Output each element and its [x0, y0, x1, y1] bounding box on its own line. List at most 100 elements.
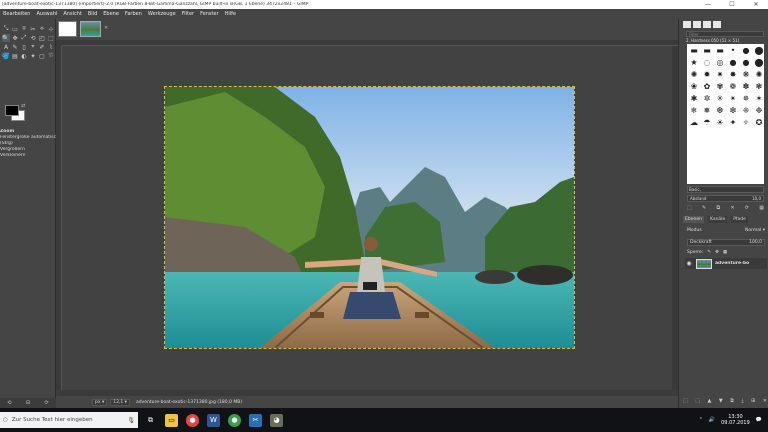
brush-item[interactable]: ✿ [701, 81, 713, 92]
menu-view[interactable]: Ansicht [60, 11, 84, 17]
tab-channels[interactable]: Kanäle [707, 216, 728, 223]
close-tab-icon[interactable]: × [104, 25, 108, 31]
reset-icon[interactable]: ⟳ [45, 400, 49, 406]
lock-position-icon[interactable]: ✥ [715, 250, 719, 255]
brush-item[interactable]: ❆ [714, 105, 726, 116]
image-canvas-photo[interactable] [164, 86, 575, 349]
mode-select[interactable]: Normal ▾ [745, 228, 765, 233]
brush-item[interactable]: ✱ [688, 93, 700, 104]
visibility-eye-icon[interactable]: ◉ [685, 260, 693, 267]
brush-item[interactable]: ✦ [727, 117, 739, 128]
spacing-slider[interactable]: Abstand 10,0 [687, 195, 764, 202]
scissors-tool-icon[interactable]: ✂ [29, 25, 37, 33]
brush-item[interactable]: ❋ [740, 69, 752, 80]
taskbar-search[interactable]: ○ Zur Suche Text hier eingeben 🎙 [0, 412, 138, 428]
menu-select[interactable]: Auswahl [33, 11, 60, 17]
image-tab-blank[interactable] [58, 21, 77, 37]
brushes-tab-icon[interactable] [683, 21, 691, 28]
perspective-tool-icon[interactable]: ◰ [38, 34, 46, 42]
fuzzy-select-tool-icon[interactable]: ⟡ [38, 25, 46, 33]
notifications-icon[interactable]: 💬 [756, 417, 762, 423]
anchor-layer-icon[interactable]: ⤓ [741, 398, 743, 404]
brush-item[interactable]: ❇ [727, 105, 739, 116]
word-icon[interactable]: W [207, 413, 220, 427]
measure-tool-icon[interactable]: ▢ [38, 52, 46, 60]
dodge-burn-tool-icon[interactable]: ◐ [20, 52, 28, 60]
brush-item[interactable]: ☁ [688, 117, 700, 128]
docs-tab-icon[interactable] [713, 21, 721, 28]
brush-item[interactable]: ⬤ [753, 57, 765, 68]
lasso-tool-icon[interactable]: ⌾ [20, 25, 28, 33]
app-icon[interactable]: ● [228, 413, 241, 427]
restore-icon[interactable]: ⟲ [7, 400, 11, 406]
brush-item[interactable]: ▬ [701, 45, 713, 56]
ink-tool-icon[interactable]: ✐ [38, 43, 46, 51]
tab-paths[interactable]: Pfade [731, 216, 748, 223]
brush-item[interactable]: ❉ [753, 105, 765, 116]
swap-colors-icon[interactable]: ⇄ [21, 103, 25, 109]
brush-item[interactable]: ❃ [753, 81, 765, 92]
brush-tag-input[interactable]: Basic, [687, 186, 764, 193]
brush-item[interactable]: ● [727, 57, 739, 68]
zoom-select[interactable]: 12,1 ▾ [110, 398, 130, 406]
menu-help[interactable]: Hilfe [222, 11, 239, 17]
menu-layer[interactable]: Ebene [100, 11, 122, 17]
fonts-tab-icon[interactable] [703, 21, 711, 28]
bucket-fill-tool-icon[interactable]: 🪣 [2, 52, 10, 60]
brush-item[interactable]: ◎ [714, 57, 726, 68]
brush-item[interactable]: ❈ [740, 105, 752, 116]
brush-item[interactable]: • [727, 45, 739, 56]
gradient-tool-icon[interactable]: ▤ [11, 52, 19, 60]
transform-tool-icon[interactable]: ⤡ [2, 25, 10, 33]
brush-item[interactable]: ▬ [688, 45, 700, 56]
lock-pixels-icon[interactable]: ✎ [707, 250, 711, 255]
opacity-slider[interactable]: Deckkraft 100,0 [687, 239, 765, 246]
color-picker-tool-icon[interactable]: ✦ [29, 52, 37, 60]
open-as-image-icon[interactable]: ▦ [759, 205, 764, 211]
brush-item[interactable]: ✴ [727, 93, 739, 104]
brush-item[interactable]: ◌ [701, 57, 713, 68]
brush-item[interactable]: ✸ [727, 69, 739, 80]
lock-alpha-icon[interactable]: ▦ [723, 250, 727, 255]
microphone-icon[interactable]: 🎙 [127, 417, 135, 424]
move-tool-icon[interactable]: ✥ [11, 34, 19, 42]
new-group-icon[interactable]: ⬚ [695, 398, 700, 404]
brush-item[interactable]: ▬ [714, 45, 726, 56]
delete-layer-icon[interactable]: ✕ [763, 398, 767, 404]
brush-filter-input[interactable]: Filter [686, 31, 764, 37]
brush-item[interactable]: ✧ [740, 117, 752, 128]
brush-item[interactable]: ✹ [701, 69, 713, 80]
duplicate-brush-icon[interactable]: ⧉ [716, 205, 720, 211]
clock[interactable]: 13:30 09.07.2019 [721, 414, 750, 426]
crop-tool-icon[interactable]: ⊹ [47, 25, 55, 33]
brush-item[interactable]: ✪ [753, 117, 765, 128]
menu-edit[interactable]: Bearbeiten [0, 11, 33, 17]
brush-item[interactable]: ❁ [727, 81, 739, 92]
raise-layer-icon[interactable]: ▲ [708, 398, 712, 404]
refresh-brushes-icon[interactable]: ⟳ [745, 205, 749, 211]
menu-image[interactable]: Bild [85, 11, 100, 17]
add-mask-icon[interactable]: ⊞ [751, 398, 755, 404]
brush-item[interactable]: ✶ [753, 93, 765, 104]
pencil-tool-icon[interactable]: ✎ [11, 43, 19, 51]
brush-item[interactable]: ✷ [714, 69, 726, 80]
minimize-button[interactable]: — [696, 0, 720, 9]
brush-item[interactable]: ✲ [701, 93, 713, 104]
new-brush-icon[interactable]: ✎ [702, 205, 706, 211]
layer-row[interactable]: ◉ adventure-bo [685, 258, 767, 269]
brush-item[interactable]: ☂ [701, 117, 713, 128]
patterns-tab-icon[interactable] [693, 21, 701, 28]
duplicate-layer-icon[interactable]: ⧉ [730, 398, 734, 404]
menu-colors[interactable]: Farben [122, 11, 145, 17]
delete-preset-icon[interactable]: ⊟ [26, 400, 30, 406]
rect-select-tool-icon[interactable]: ▭ [11, 25, 19, 33]
brush-item[interactable]: ● [740, 45, 752, 56]
rotate-tool-icon[interactable]: ⟲ [29, 34, 37, 42]
unit-select[interactable]: px ▾ [92, 398, 108, 406]
brush-item[interactable]: ✽ [740, 81, 752, 92]
snipping-tool-icon[interactable]: ✂ [249, 413, 262, 427]
zoom-tool-icon[interactable]: 🔍 [2, 34, 10, 42]
image-tab-adventure-boat[interactable] [80, 21, 101, 37]
close-button[interactable]: ✕ [744, 0, 768, 9]
smudge-tool-icon[interactable]: ⌇ [47, 43, 55, 51]
